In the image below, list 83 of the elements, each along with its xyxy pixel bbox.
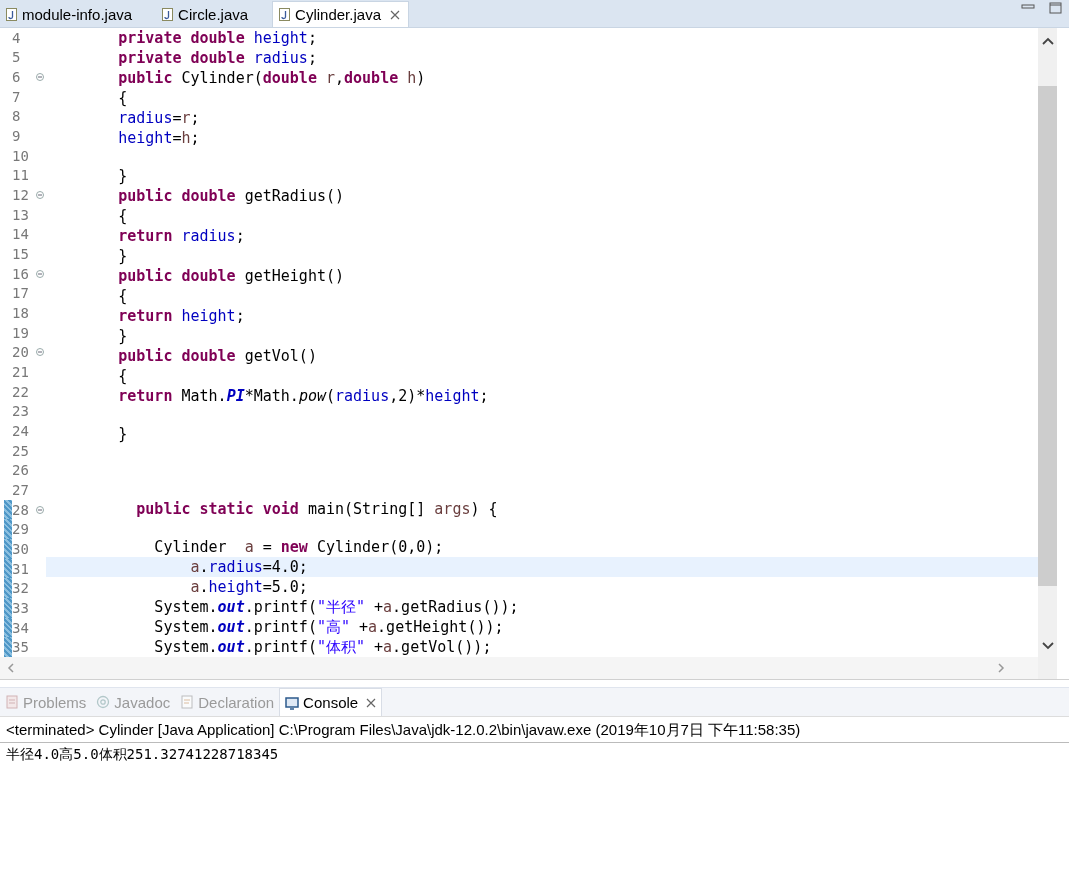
line-number: 30 xyxy=(12,540,30,557)
console-output: 半径4.0高5.0体积251.32741228718345 xyxy=(5,745,280,764)
line-number: 33 xyxy=(12,599,30,616)
line-number: 10 xyxy=(12,147,30,164)
console-icon xyxy=(285,695,300,710)
code-line: System.out.printf("体积" +a.getVol()); xyxy=(153,637,493,657)
code-line: { xyxy=(117,88,129,108)
code-line: } xyxy=(117,246,129,267)
line-number: 9 xyxy=(12,128,22,145)
line-number: 20 xyxy=(12,344,30,361)
code-line: Cylinder a = new Cylinder(0,0); xyxy=(153,537,445,558)
editor-tab[interactable]: Cylinder.java xyxy=(272,1,409,27)
java-file-icon xyxy=(162,7,174,21)
minimize-icon[interactable] xyxy=(1021,2,1035,12)
code-line: { xyxy=(117,286,129,307)
line-number: 23 xyxy=(12,403,30,420)
line-number: 35 xyxy=(12,639,30,656)
code-line: } xyxy=(117,166,129,187)
code-line: System.out.printf("半径" +a.getRadius()); xyxy=(153,597,520,618)
code-line: private double height; xyxy=(117,28,318,48)
line-number: 28 xyxy=(12,501,30,518)
code-line: { xyxy=(117,206,129,227)
line-number: 14 xyxy=(12,226,30,243)
code-line: return radius; xyxy=(117,226,246,247)
line-number: 16 xyxy=(12,265,30,282)
line-number: 13 xyxy=(12,206,30,223)
line-number: 17 xyxy=(12,285,30,302)
line-number: 12 xyxy=(12,187,30,204)
code-line: a.height=5.0; xyxy=(189,577,309,598)
line-number: 22 xyxy=(12,383,30,400)
code-line: private double radius; xyxy=(117,48,318,68)
line-number: 5 xyxy=(12,49,22,66)
java-file-icon xyxy=(6,7,17,21)
code-line: return Math.PI*Math.pow(radius,2)*height; xyxy=(117,386,490,407)
close-icon[interactable] xyxy=(390,9,400,20)
line-number: 7 xyxy=(12,88,22,105)
collapse-icon[interactable] xyxy=(36,269,44,278)
horizontal-scrollbar[interactable] xyxy=(0,657,1038,679)
line-number: 25 xyxy=(12,442,30,459)
line-number: 18 xyxy=(12,305,30,321)
code-line: public double getRadius() xyxy=(117,186,346,207)
line-number: 27 xyxy=(12,481,30,498)
code-line: public static void main(String[] args) { xyxy=(135,498,499,519)
line-number: 34 xyxy=(12,619,30,636)
line-number: 24 xyxy=(12,422,30,439)
line-number: 15 xyxy=(12,246,30,263)
close-icon[interactable] xyxy=(366,697,377,708)
line-number: 19 xyxy=(12,324,30,341)
code-line: return height; xyxy=(117,306,246,327)
editor-tab[interactable]: Circle.java xyxy=(156,1,257,27)
view-tab[interactable]: Console xyxy=(279,688,383,716)
line-number: 11 xyxy=(12,167,30,184)
code-line: public Cylinder(double r,double h) xyxy=(117,68,427,88)
scrollbar-thumb[interactable] xyxy=(1038,86,1057,586)
collapse-icon[interactable] xyxy=(36,348,44,357)
java-file-icon xyxy=(279,8,291,21)
problems-icon xyxy=(5,695,19,709)
code-line: height=h; xyxy=(117,128,201,148)
collapse-icon[interactable] xyxy=(36,191,44,200)
line-number: 8 xyxy=(12,108,22,125)
scroll-down-icon[interactable] xyxy=(1040,641,1055,651)
line-number: 6 xyxy=(12,69,22,86)
declaration-icon xyxy=(180,695,195,709)
code-line: radius=r; xyxy=(117,108,201,128)
editor-tab[interactable]: module-info.java xyxy=(0,1,141,27)
collapse-icon[interactable] xyxy=(36,73,44,82)
code-line: { xyxy=(117,366,129,387)
line-number: 26 xyxy=(12,462,30,479)
code-line: } xyxy=(117,424,129,445)
collapse-icon[interactable] xyxy=(36,505,44,514)
code-line: public double getHeight() xyxy=(117,266,346,287)
vertical-scrollbar[interactable] xyxy=(1038,28,1057,679)
line-number: 32 xyxy=(12,580,30,597)
line-number: 4 xyxy=(12,29,22,46)
line-number: 31 xyxy=(12,560,30,577)
scroll-up-icon[interactable] xyxy=(1040,36,1055,46)
maximize-icon[interactable] xyxy=(1049,2,1063,14)
line-number: 21 xyxy=(12,364,30,380)
code-line: System.out.printf("高" +a.getHeight()); xyxy=(153,617,505,638)
line-number: 29 xyxy=(12,521,30,538)
code-line: public double getVol() xyxy=(117,346,318,367)
code-line: } xyxy=(117,326,129,347)
console-status: <terminated> Cylinder [Java Application] C:\Program Files\Java\jdk-12.0.2\bin\javaw.exe (2019年10月7日 下午11:58:35) xyxy=(0,717,1069,743)
